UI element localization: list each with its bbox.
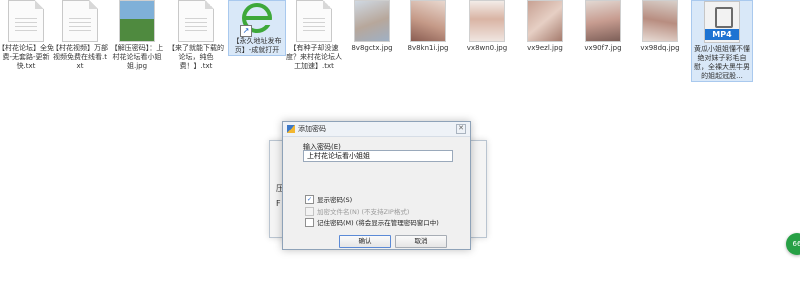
file-caption: 8v8gctx.jpg	[351, 44, 393, 52]
show-password-checkbox[interactable]: ✓	[305, 194, 314, 204]
text-file-icon	[296, 0, 332, 42]
file-item[interactable]: vx9ezl.jpg	[517, 0, 573, 53]
image-thumbnail	[469, 0, 505, 42]
file-item[interactable]: vx8wn0.jpg	[459, 0, 515, 53]
remember-password-checkbox[interactable]	[305, 217, 314, 227]
file-item[interactable]: vx90f7.jpg	[575, 0, 631, 53]
file-caption: 8v8kn1i.jpg	[407, 44, 449, 52]
image-thumbnail	[354, 0, 390, 42]
show-password-option[interactable]: ✓ 显示密码(S)	[305, 194, 352, 204]
floating-speed-badge[interactable]: 66	[786, 233, 800, 255]
dialog-title: 添加密码	[298, 125, 326, 133]
file-item[interactable]: 8v8kn1i.jpg	[400, 0, 456, 53]
film-icon	[715, 7, 733, 28]
image-file-icon	[119, 0, 155, 42]
cancel-button[interactable]: 取消	[395, 235, 447, 248]
file-item[interactable]: 【有种子却没速度？来村花论坛人工加速】.txt	[286, 0, 342, 71]
file-caption: 【永久地址发布页】-成就打开	[232, 37, 282, 54]
image-thumbnail	[642, 0, 678, 42]
image-thumbnail	[527, 0, 563, 42]
file-item[interactable]: MP4 黄瓜小姐姐懂不懂绝对妹子彩毛自慰，全裸大黑牛男的姐起冠股...	[691, 0, 753, 82]
file-caption: 【村花视频】万部视频免费在线看.txt	[52, 44, 108, 70]
image-thumbnail	[410, 0, 446, 42]
image-thumbnail	[585, 0, 621, 42]
file-caption: 【来了就能下载的论坛，纯色费！】.txt	[168, 44, 224, 70]
video-file-icon: MP4	[704, 1, 740, 43]
file-item[interactable]: 【村花视频】万部视频免费在线看.txt	[52, 0, 108, 71]
file-item[interactable]: 【村花论坛】全免费-无套路-更新快.txt	[0, 0, 54, 71]
ok-button[interactable]: 确认	[339, 235, 391, 248]
archive-app-icon	[287, 125, 295, 133]
encrypt-filenames-option: 加密文件名(N) (不支持ZIP格式)	[305, 206, 409, 216]
encrypt-filenames-label: 加密文件名(N) (不支持ZIP格式)	[317, 208, 410, 216]
file-caption: 【有种子却没速度？来村花论坛人工加速】.txt	[286, 44, 342, 70]
file-caption: 黄瓜小姐姐懂不懂绝对妹子彩毛自慰，全裸大黑牛男的姐起冠股...	[694, 45, 750, 80]
file-caption: vx90f7.jpg	[584, 44, 622, 52]
password-input[interactable]	[303, 150, 453, 162]
file-caption: vx98dq.jpg	[640, 44, 680, 52]
show-password-label: 显示密码(S)	[317, 196, 353, 204]
file-caption: vx9ezl.jpg	[527, 44, 563, 52]
file-item[interactable]: 【解压密码】：上村花论坛看小姐姐.jpg	[109, 0, 165, 71]
file-caption: 【解压密码】：上村花论坛看小姐姐.jpg	[110, 44, 164, 70]
text-file-icon	[62, 0, 98, 42]
remember-password-option[interactable]: 记住密码(M) (将会显示在管理密码窗口中)	[305, 217, 439, 227]
file-caption: 【村花论坛】全免费-无套路-更新快.txt	[0, 44, 54, 70]
dialog-title-bar[interactable]: 添加密码 ✕	[283, 122, 470, 137]
file-item[interactable]: 【来了就能下载的论坛，纯色费！】.txt	[168, 0, 224, 71]
browser-shortcut-icon: ↗	[240, 1, 274, 37]
close-icon[interactable]: ✕	[456, 124, 466, 134]
file-item[interactable]: vx98dq.jpg	[632, 0, 688, 53]
background-dialog-text: F	[276, 199, 281, 208]
remember-password-label: 记住密码(M) (将会显示在管理密码窗口中)	[317, 219, 439, 227]
file-item[interactable]: 8v8gctx.jpg	[344, 0, 400, 53]
file-caption: vx8wn0.jpg	[466, 44, 508, 52]
mp4-badge: MP4	[705, 29, 739, 40]
text-file-icon	[8, 0, 44, 42]
add-password-dialog: 添加密码 ✕ 输入密码(E) ✓ 显示密码(S) 加密文件名(N) (不支持ZI…	[282, 121, 471, 250]
file-item[interactable]: ↗ 【永久地址发布页】-成就打开	[228, 0, 286, 56]
encrypt-filenames-checkbox	[305, 206, 314, 216]
shortcut-arrow-icon: ↗	[240, 25, 252, 37]
text-file-icon	[178, 0, 214, 42]
